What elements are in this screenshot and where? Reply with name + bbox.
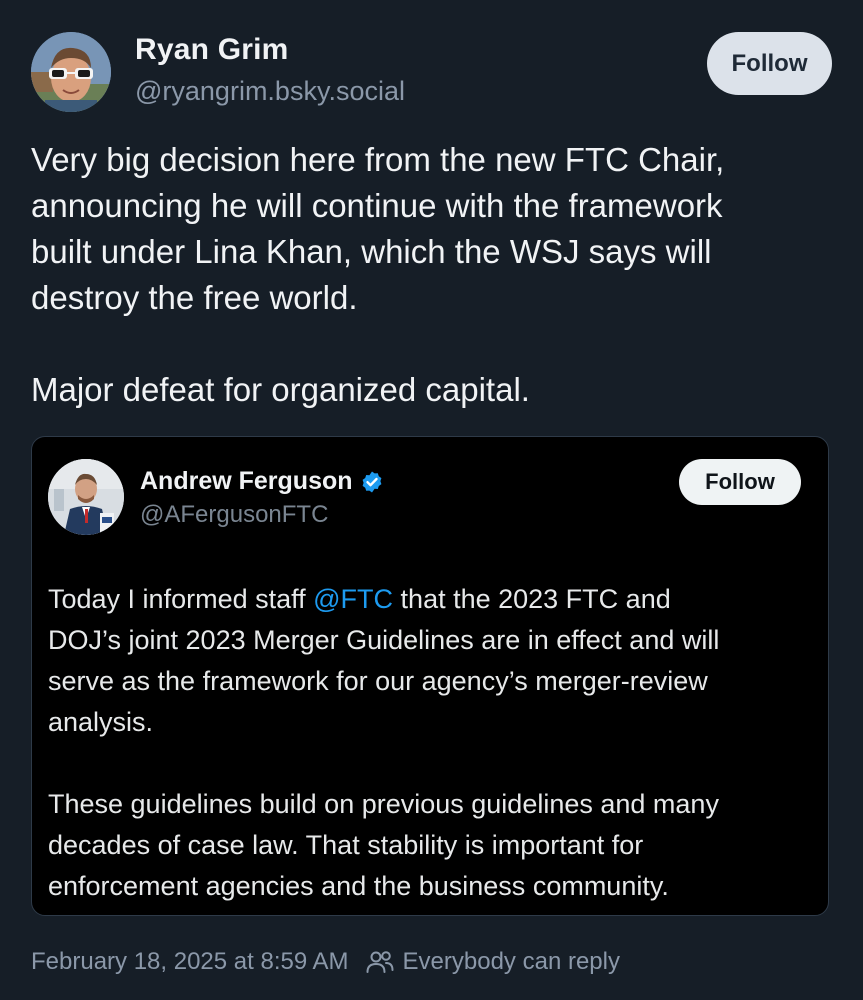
- post-card: Ryan Grim @ryangrim.bsky.social Follow V…: [0, 0, 863, 1000]
- quote-text-line: DOJ’s joint 2023 Merger Guidelines are i…: [48, 625, 720, 655]
- quote-text-line: serve as the framework for our agency’s …: [48, 666, 708, 696]
- quoted-post[interactable]: Andrew Ferguson @AFergusonFTC Follow Tod…: [31, 436, 829, 916]
- quote-avatar-photo: [48, 459, 124, 535]
- people-icon: [365, 949, 395, 975]
- quote-text: Today I informed staff @FTC that the 202…: [48, 579, 818, 907]
- author-handle[interactable]: @ryangrim.bsky.social: [135, 76, 405, 107]
- quote-text-line: decades of case law. That stability is i…: [48, 830, 644, 860]
- reply-setting[interactable]: Everybody can reply: [403, 948, 620, 976]
- follow-button[interactable]: Follow: [707, 32, 832, 95]
- quote-text-line: Today I informed staff @FTC that the 202…: [48, 579, 818, 620]
- quote-author-row: Andrew Ferguson: [140, 467, 384, 496]
- post-text-line: Major defeat for organized capital.: [31, 371, 530, 408]
- verified-badge-icon: [360, 470, 384, 494]
- author-avatar[interactable]: [31, 32, 111, 112]
- author-name[interactable]: Ryan Grim: [135, 33, 289, 67]
- quote-text-line: enforcement agencies and the business co…: [48, 871, 669, 901]
- quote-text-segment: that the 2023 FTC and: [393, 584, 671, 614]
- post-text-line: destroy the free world.: [31, 279, 358, 316]
- post-text-line: built under Lina Khan, which the WSJ say…: [31, 233, 712, 270]
- post-timestamp[interactable]: February 18, 2025 at 8:59 AM: [31, 948, 349, 976]
- quote-author-handle[interactable]: @AFergusonFTC: [140, 501, 328, 529]
- quote-author-name[interactable]: Andrew Ferguson: [140, 467, 353, 496]
- quote-text-line: These guidelines build on previous guide…: [48, 789, 719, 819]
- mention-link[interactable]: @FTC: [313, 584, 393, 614]
- post-meta: February 18, 2025 at 8:59 AM Everybody c…: [31, 948, 620, 976]
- post-text: Very big decision here from the new FTC …: [31, 137, 841, 413]
- avatar-photo: [31, 32, 111, 112]
- quote-follow-button[interactable]: Follow: [679, 459, 801, 505]
- post-text-line: announcing he will continue with the fra…: [31, 187, 723, 224]
- quote-author-avatar[interactable]: [48, 459, 124, 535]
- quote-text-segment: Today I informed staff: [48, 584, 314, 614]
- post-text-line: Very big decision here from the new FTC …: [31, 141, 725, 178]
- quote-text-line: analysis.: [48, 707, 154, 737]
